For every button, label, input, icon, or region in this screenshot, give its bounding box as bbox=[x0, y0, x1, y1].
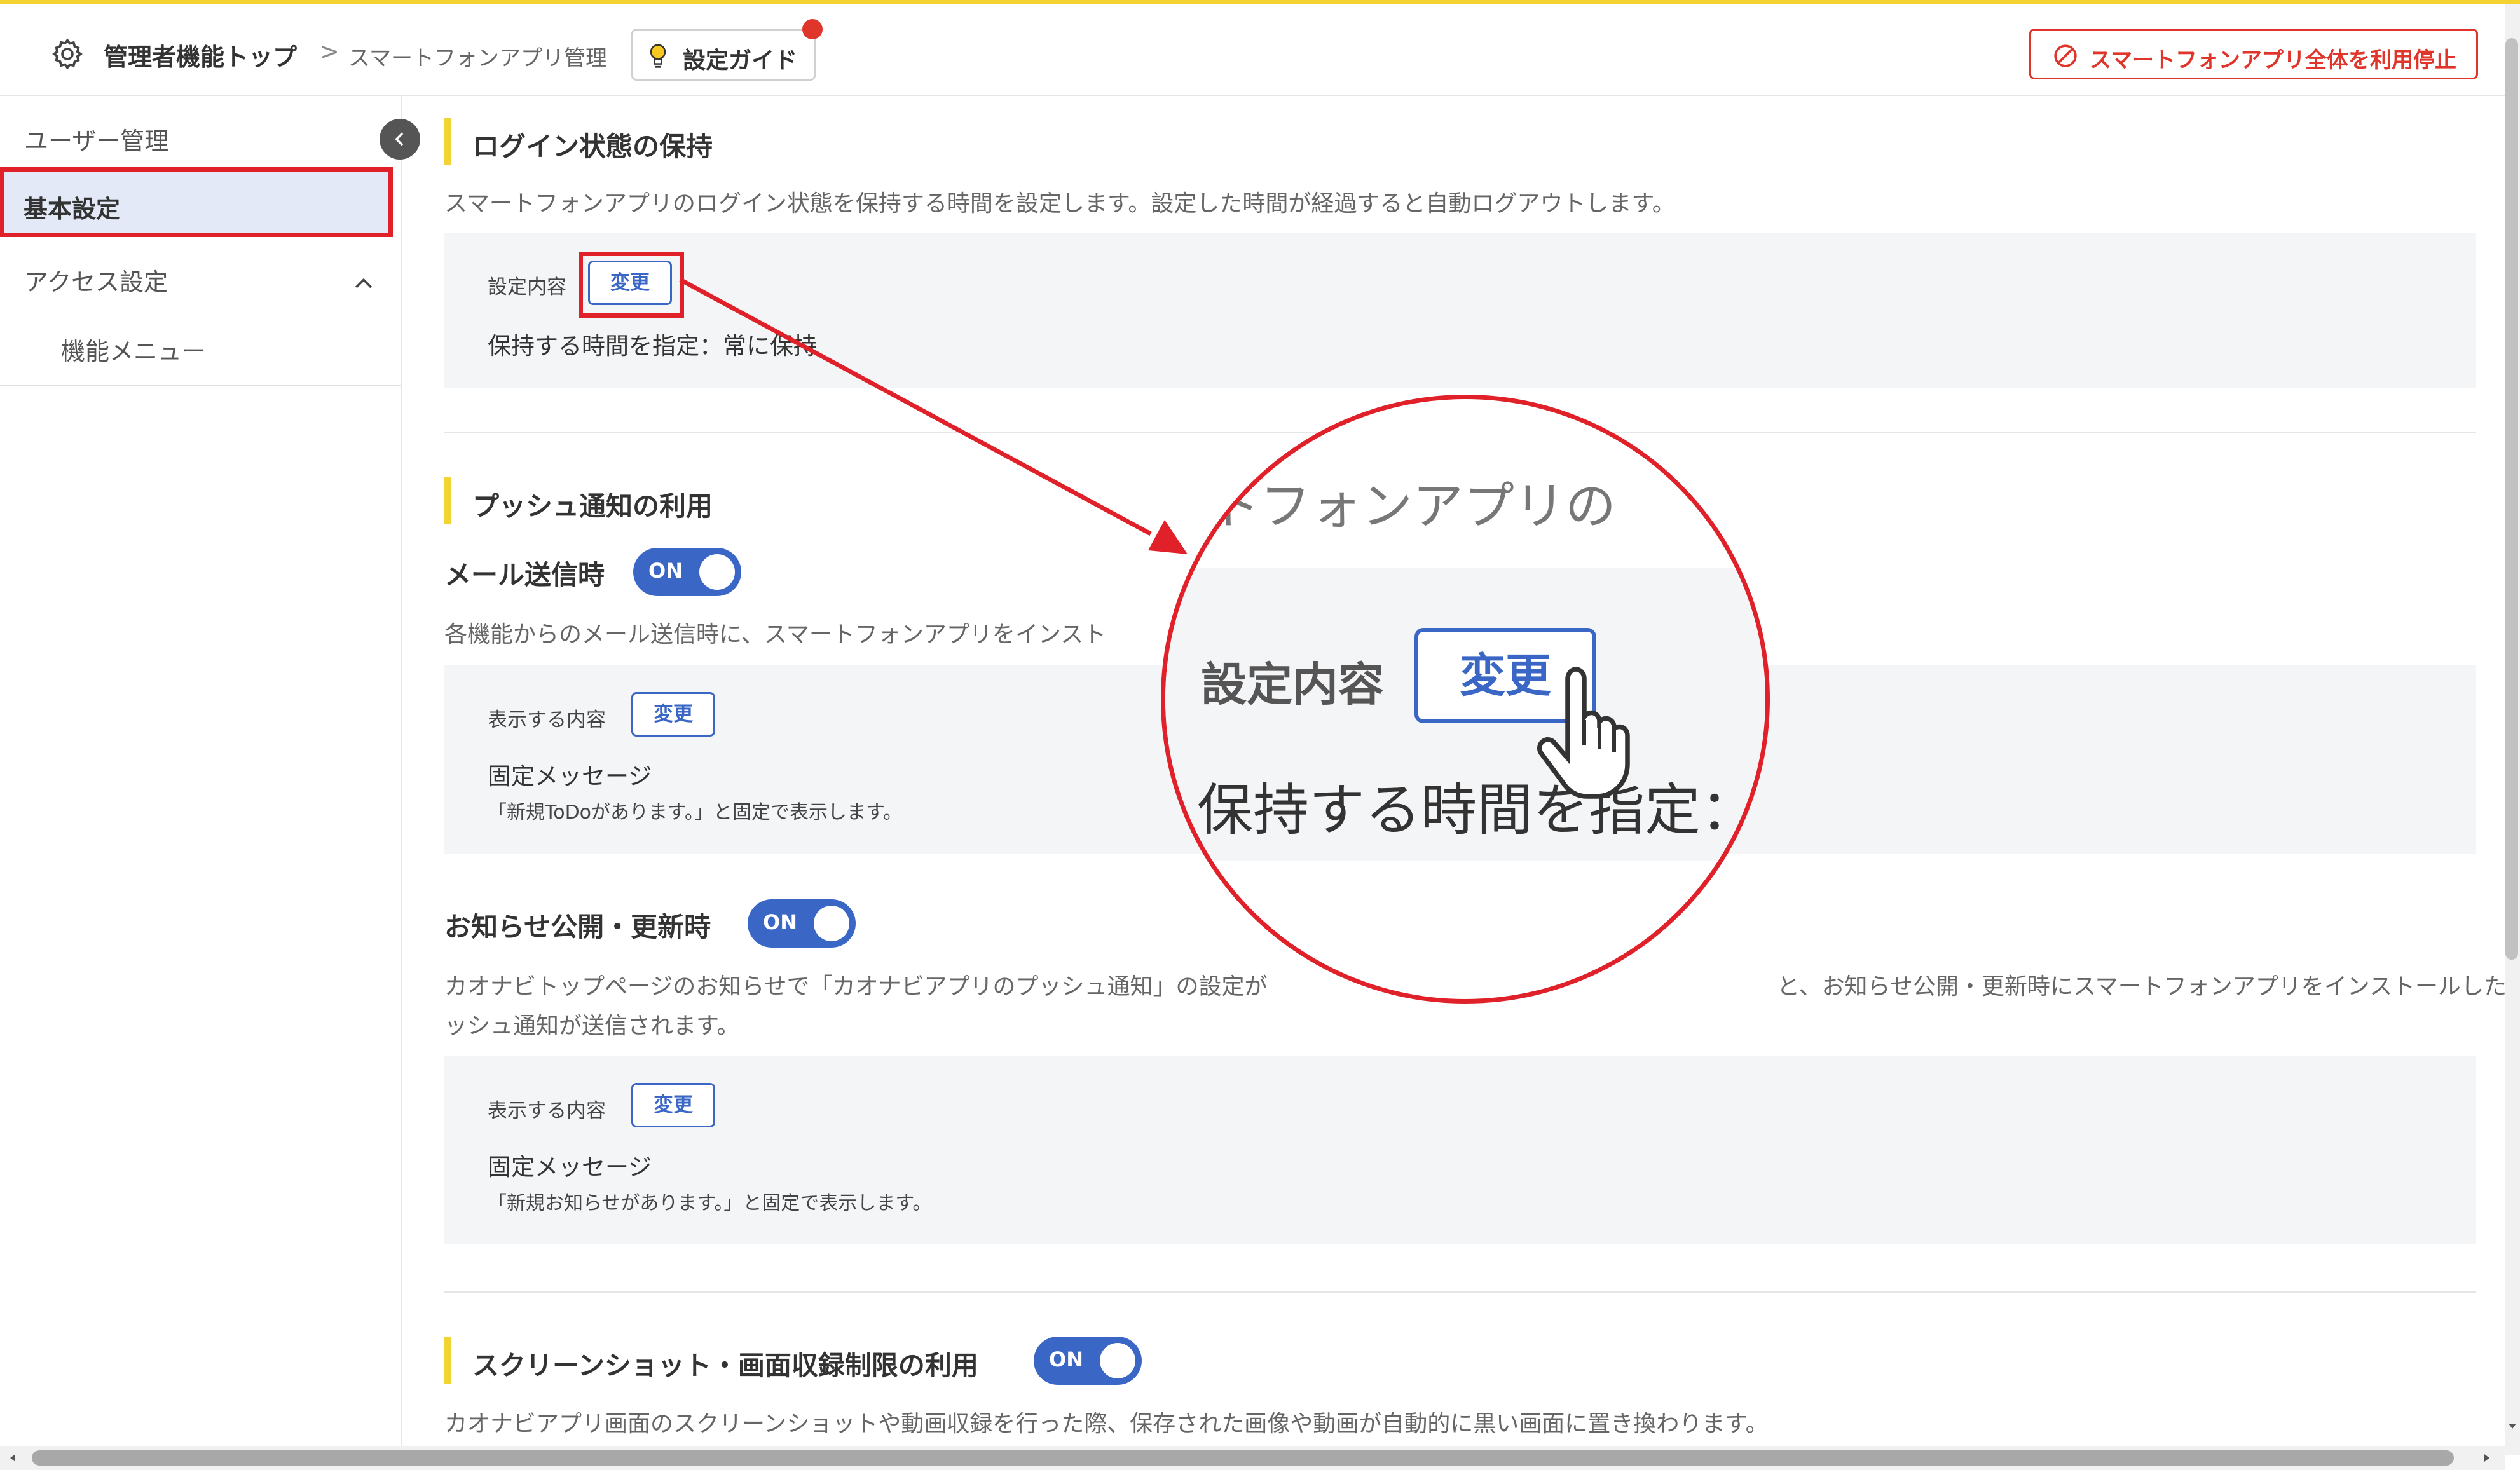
toggle-label: ON bbox=[1049, 1347, 1083, 1371]
display-content-label: 表示する内容 bbox=[488, 709, 606, 732]
mail-push-description: 各機能からのメール送信時に、スマートフォンアプリをインスト bbox=[444, 622, 1107, 648]
zoom-magnifier: -トフォンアプリの 設定内容 変更 保持する時間を指定：常 bbox=[1161, 395, 1770, 1004]
header-bar: 管理者機能トップ > スマートフォンアプリ管理 設定ガイド スマートフォンアプリ… bbox=[0, 4, 2505, 96]
gear-icon bbox=[52, 38, 83, 70]
section-divider bbox=[444, 1291, 2476, 1293]
scroll-right-arrow-icon[interactable] bbox=[2479, 1450, 2495, 1466]
setting-guide-label: 設定ガイド bbox=[683, 48, 798, 74]
sidebar-item-access-settings[interactable]: アクセス設定 bbox=[24, 262, 168, 297]
stop-all-app-label: スマートフォンアプリ全体を利用停止 bbox=[2090, 48, 2456, 73]
news-push-toggle[interactable]: ON bbox=[748, 899, 856, 948]
toggle-label: ON bbox=[648, 559, 683, 583]
zoom-setting-label: 設定内容 bbox=[1201, 658, 1385, 711]
vertical-scrollbar-thumb[interactable] bbox=[2505, 38, 2518, 960]
zoom-context-text: -トフォンアプリの bbox=[1191, 477, 1616, 536]
news-subsection-title: お知らせ公開・更新時 bbox=[444, 911, 711, 943]
scroll-left-arrow-icon[interactable] bbox=[5, 1450, 20, 1466]
news-display-note: 「新規お知らせがあります。」と固定で表示します。 bbox=[488, 1192, 932, 1215]
toggle-knob bbox=[1100, 1343, 1135, 1378]
toggle-label: ON bbox=[763, 910, 797, 934]
screenshot-section-description: カオナビアプリ画面のスクリーンショットや動画収録を行った際、保存された画像や動画… bbox=[444, 1411, 1769, 1437]
zoom-setting-value: 保持する時間を指定：常 bbox=[1197, 777, 1770, 843]
breadcrumb-current: スマートフォンアプリ管理 bbox=[348, 46, 607, 71]
news-push-description-line2: ッシュ通知が送信されます。 bbox=[444, 1013, 740, 1039]
login-section-title: ログイン状態の保持 bbox=[472, 131, 713, 162]
login-setting-panel: 設定内容 変更 保持する時間を指定：常に保持 bbox=[444, 233, 2476, 388]
display-content-label: 表示する内容 bbox=[488, 1099, 606, 1122]
sidebar-item-function-menu[interactable]: 機能メニュー bbox=[61, 332, 206, 367]
notification-dot bbox=[802, 19, 823, 39]
mail-push-toggle[interactable]: ON bbox=[633, 548, 741, 596]
mail-display-value: 固定メッセージ bbox=[488, 763, 652, 790]
mail-display-note: 「新規ToDoがあります。」と固定で表示します。 bbox=[488, 801, 903, 824]
login-section-description: スマートフォンアプリのログイン状態を保持する時間を設定します。設定した時間が経過… bbox=[444, 191, 1675, 217]
news-change-button[interactable]: 変更 bbox=[631, 1083, 715, 1127]
news-push-description-b: と、お知らせ公開・更新時にスマートフォンアプリをインストールした端末にプ bbox=[1777, 974, 2520, 1000]
breadcrumb-home-link[interactable]: 管理者機能トップ bbox=[104, 37, 297, 72]
setting-content-label: 設定内容 bbox=[488, 276, 566, 299]
section-accent-bar bbox=[444, 1337, 451, 1384]
screenshot-section-title: スクリーンショット・画面収録制限の利用 bbox=[472, 1350, 978, 1381]
lightbulb-icon bbox=[650, 44, 666, 68]
chevron-up-icon[interactable] bbox=[351, 271, 376, 297]
section-accent-bar bbox=[444, 118, 451, 165]
stop-all-app-button[interactable]: スマートフォンアプリ全体を利用停止 bbox=[2029, 29, 2478, 79]
horizontal-scrollbar-thumb[interactable] bbox=[32, 1450, 2454, 1466]
section-accent-bar bbox=[444, 477, 451, 524]
screenshot-restriction-toggle[interactable]: ON bbox=[1034, 1337, 1142, 1385]
news-display-value: 固定メッセージ bbox=[488, 1154, 652, 1181]
hand-pointer-icon bbox=[1537, 667, 1630, 799]
scroll-down-arrow-icon[interactable] bbox=[2505, 1419, 2520, 1434]
mail-change-button[interactable]: 変更 bbox=[631, 692, 715, 737]
mail-subsection-title: メール送信時 bbox=[444, 559, 605, 590]
breadcrumb-separator: > bbox=[319, 37, 339, 65]
push-section-title: プッシュ通知の利用 bbox=[472, 491, 713, 522]
login-setting-value: 保持する時間を指定：常に保持 bbox=[488, 332, 817, 360]
header-accent-line bbox=[0, 0, 2520, 4]
change-button-highlight bbox=[579, 252, 684, 318]
toggle-knob bbox=[814, 906, 849, 941]
sidebar-item-label: 基本設定 bbox=[24, 195, 121, 223]
news-push-description-a: カオナビトップページのお知らせで「カオナビアプリのプッシュ通知」の設定が bbox=[444, 974, 1268, 1000]
setting-guide-button[interactable]: 設定ガイド bbox=[631, 29, 816, 81]
sidebar: ユーザー管理 基本設定 アクセス設定 機能メニュー bbox=[0, 96, 402, 1450]
sidebar-item-basic-settings[interactable]: 基本設定 bbox=[0, 167, 393, 237]
news-display-panel: 表示する内容 変更 固定メッセージ 「新規お知らせがあります。」と固定で表示しま… bbox=[444, 1056, 2476, 1244]
sidebar-divider bbox=[0, 385, 401, 386]
sidebar-item-user-management[interactable]: ユーザー管理 bbox=[24, 121, 168, 156]
toggle-knob bbox=[699, 554, 735, 590]
prohibited-icon bbox=[2054, 44, 2077, 67]
